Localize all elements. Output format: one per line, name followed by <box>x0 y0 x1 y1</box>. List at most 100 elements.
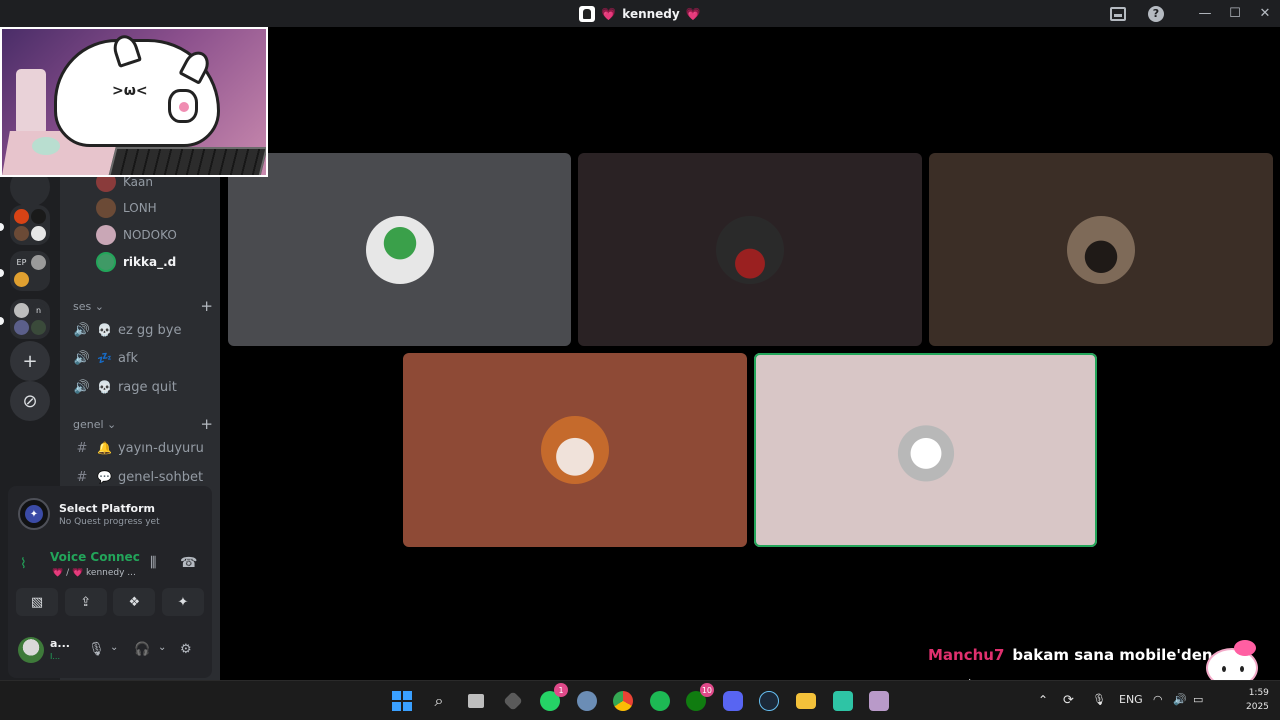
channel-afk[interactable]: 🔊 💤 afk <box>73 345 213 371</box>
server-icon <box>31 209 46 224</box>
title-bar: 💗 kennedy 💗 ? — ☐ ✕ <box>0 0 1280 27</box>
discord-button[interactable] <box>721 689 745 713</box>
participant-tile[interactable] <box>228 153 571 346</box>
discord-window: 💗 kennedy 💗 ? — ☐ ✕ EP n + ⊘ Kaan LONH N… <box>0 0 1280 720</box>
quest-panel[interactable]: ✦ Select Platform No Quest progress yet <box>8 486 212 542</box>
xbox-button[interactable]: 10 <box>684 683 714 713</box>
headphones-icon[interactable]: 🎧 <box>134 642 150 657</box>
notification-badge: 10 <box>699 683 714 697</box>
channel-ez-gg-bye[interactable]: 🔊 💀 ez gg bye <box>73 317 213 343</box>
settings-app-button[interactable] <box>575 689 599 713</box>
speaker-icon: 🔊 <box>73 350 91 366</box>
microphone-icon[interactable]: 🎙 <box>88 642 105 657</box>
chevron-up-icon[interactable]: ⌃ <box>1038 693 1048 707</box>
language-indicator[interactable]: ENG <box>1119 693 1143 706</box>
volume-icon[interactable]: 🔊 <box>1173 693 1187 706</box>
settings-gear-icon[interactable]: ⚙ <box>180 642 192 657</box>
sync-icon[interactable]: ⟳ <box>1063 693 1074 708</box>
app-button[interactable] <box>831 689 855 713</box>
quest-subtitle: No Quest progress yet <box>59 516 160 527</box>
chat-message-text: bakam sana mobile'den <box>1012 646 1213 664</box>
app-button[interactable] <box>867 689 891 713</box>
unread-pill <box>0 223 4 231</box>
kitty-eye <box>1240 666 1244 672</box>
screen-share-icon: ⇪ <box>80 594 92 610</box>
minimize-button[interactable]: — <box>1190 0 1220 27</box>
hash-icon: # <box>76 440 88 456</box>
participant-tile[interactable] <box>578 153 922 346</box>
task-view-button[interactable] <box>464 689 488 713</box>
whatsapp-button[interactable]: 1 <box>538 683 568 713</box>
add-server-button[interactable]: + <box>10 341 50 381</box>
channel-name: genel-sohbet <box>117 469 204 485</box>
category-label: ses ⌄ <box>73 300 104 313</box>
screen-share-button[interactable]: ⇪ <box>64 588 107 616</box>
member-name: NODOKO <box>123 228 177 242</box>
mouse-shape <box>32 137 60 155</box>
compass-icon: ⊘ <box>22 390 38 412</box>
activities-button[interactable]: ❖ <box>113 588 156 616</box>
participant-tile-speaking[interactable] <box>754 353 1097 547</box>
voice-member[interactable]: rikka_.d <box>96 251 176 273</box>
search-button[interactable]: ⌕ <box>427 689 451 713</box>
channel-rage-quit[interactable]: 🔊 💀 rage quit <box>73 374 213 400</box>
file-explorer-button[interactable] <box>794 689 818 713</box>
unread-pill <box>0 269 4 277</box>
clock-date: 2025 <box>1246 702 1269 712</box>
participant-tile[interactable] <box>929 153 1273 346</box>
steam-button[interactable] <box>757 689 781 713</box>
user-status: I... <box>50 652 60 661</box>
chevron-down-icon[interactable]: ⌄ <box>158 642 166 653</box>
window-title-text: kennedy <box>622 6 680 21</box>
close-button[interactable]: ✕ <box>1250 0 1280 27</box>
task-view-icon <box>468 694 484 708</box>
inbox-button[interactable] <box>1104 0 1132 27</box>
noise-suppression-icon[interactable]: ⫼ <box>150 555 156 571</box>
chevron-down-icon[interactable]: ⌄ <box>110 642 118 653</box>
chrome-button[interactable] <box>611 689 635 713</box>
microphone-tray-icon[interactable]: 🎙 <box>1092 693 1106 706</box>
folder-icon <box>796 693 816 709</box>
voice-status[interactable]: Voice Connected <box>50 550 140 564</box>
heart-icon: 💗 <box>685 6 701 21</box>
help-button[interactable]: ? <box>1142 0 1170 27</box>
user-avatar[interactable] <box>18 637 44 663</box>
server-folder[interactable] <box>10 205 50 245</box>
wifi-icon[interactable]: ◠ <box>1153 693 1163 706</box>
kitty-eye <box>1222 666 1226 672</box>
participant-tile[interactable] <box>403 353 747 547</box>
soundboard-icon: ✦ <box>177 594 189 610</box>
server-folder[interactable]: n <box>10 299 50 339</box>
soundboard-button[interactable]: ✦ <box>161 588 204 616</box>
channel-yayin-duyuru[interactable]: # 🔔 yayın-duyuru <box>73 435 213 461</box>
voice-member[interactable]: NODOKO <box>96 224 177 246</box>
speech-bubble-emoji: 💬 <box>97 470 112 484</box>
windows-taskbar: ⌕ 1 10 ⌃ ⟳ 🎙 ENG ◠ 🔊 ▭ <box>0 680 1280 720</box>
kitty-bow <box>1234 640 1256 656</box>
explore-button[interactable]: ⊘ <box>10 381 50 421</box>
camera-off-button[interactable]: ▧ <box>16 588 58 616</box>
voice-channel-path[interactable]: 💗 / 💗 kennedy ... <box>52 568 142 578</box>
server-icon <box>31 320 46 335</box>
server-icon <box>14 272 29 287</box>
add-channel-button[interactable]: + <box>200 297 213 315</box>
maximize-button[interactable]: ☐ <box>1220 0 1250 27</box>
avatar <box>96 198 116 218</box>
taskbar-clock[interactable]: 1:59 2025 <box>1246 686 1269 714</box>
server-folder[interactable]: EP <box>10 251 50 291</box>
app-icon-button[interactable] <box>501 689 525 713</box>
signal-icon[interactable]: ⌇ <box>20 556 27 572</box>
user-name[interactable]: a... <box>50 637 70 650</box>
category-genel[interactable]: genel ⌄ + <box>73 415 213 433</box>
add-channel-button[interactable]: + <box>200 415 213 433</box>
unread-pill <box>0 317 4 325</box>
voice-member[interactable]: LONH <box>96 197 157 219</box>
start-button[interactable] <box>390 689 414 713</box>
quest-title: Select Platform <box>59 501 155 515</box>
spotify-button[interactable] <box>648 689 672 713</box>
cat-paw-shape <box>168 89 198 123</box>
participant-avatar <box>541 416 609 484</box>
battery-icon[interactable]: ▭ <box>1193 693 1203 706</box>
category-ses[interactable]: ses ⌄ + <box>73 297 213 315</box>
disconnect-icon[interactable]: ☎ <box>180 555 197 571</box>
